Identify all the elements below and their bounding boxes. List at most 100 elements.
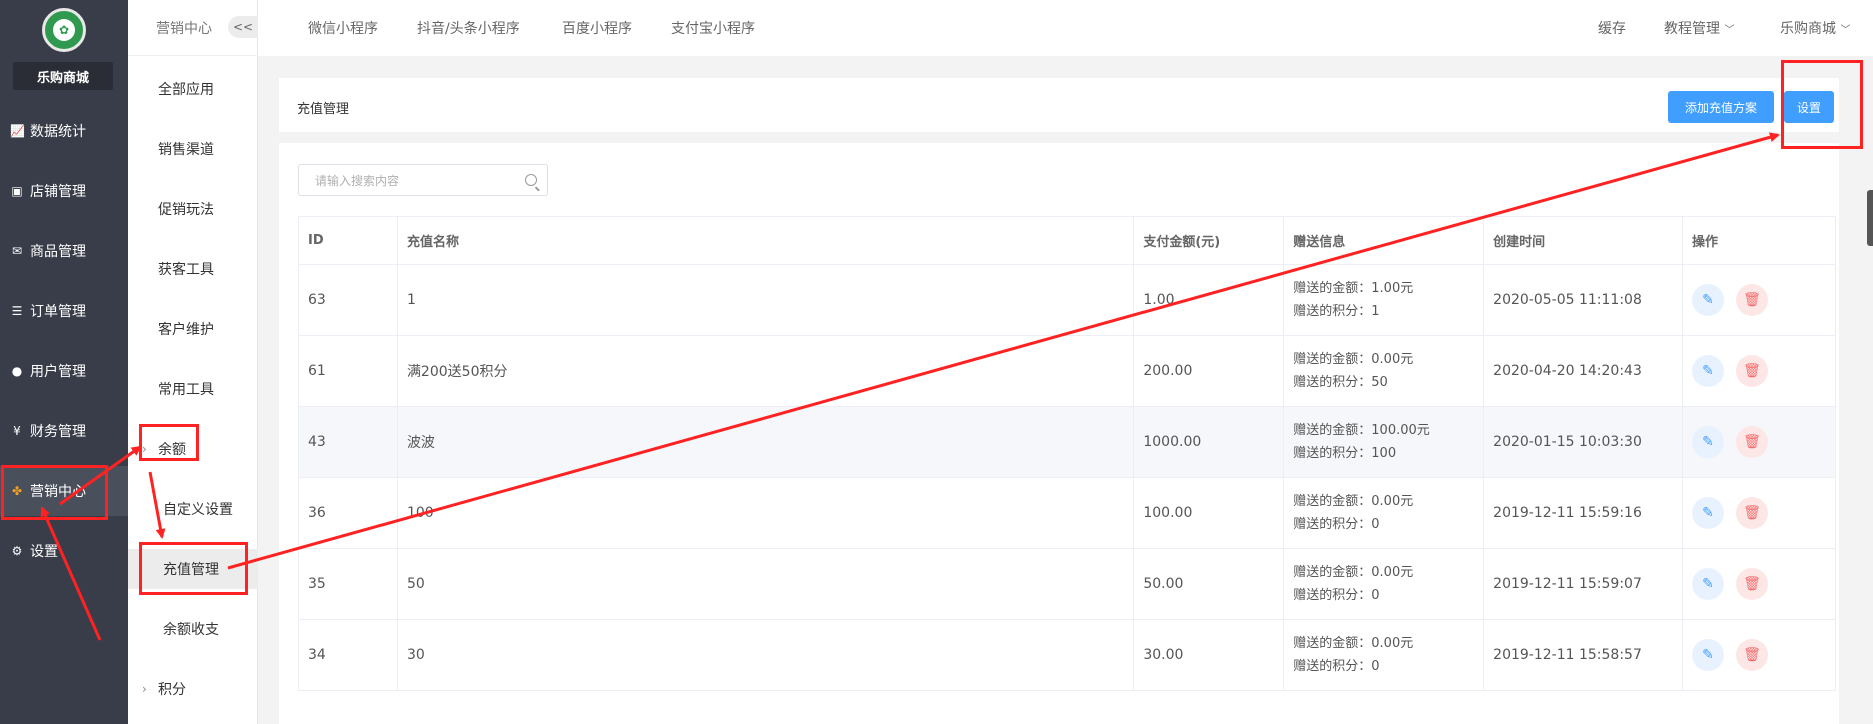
edit-icon[interactable]: ✎	[1692, 284, 1725, 316]
tab-wechat[interactable]: 微信小程序	[308, 18, 378, 38]
subnav-custom-settings-label: 自定义设置	[163, 502, 233, 518]
sidebar-item-label: 财务管理	[30, 424, 86, 440]
header-name: 充值名称	[396, 216, 1135, 265]
gift-money: 赠送的金额：100.00元	[1293, 423, 1430, 438]
tutorial-menu[interactable]: 教程管理 ﹀	[1664, 18, 1734, 38]
search-input[interactable]: 请输入搜索内容	[298, 164, 548, 196]
cell-actions: ✎ 🗑	[1682, 477, 1836, 549]
cell-actions: ✎ 🗑	[1682, 264, 1836, 336]
cache-link[interactable]: 缓存	[1598, 18, 1626, 38]
cell-amount: 30.00	[1133, 619, 1285, 691]
subnav-item-1[interactable]: 销售渠道	[128, 129, 258, 169]
sidebar-item-1[interactable]: ▣ 店铺管理	[0, 166, 128, 216]
subnav-recharge-management[interactable]: 充值管理	[128, 549, 258, 589]
cell-gift: 赠送的金额：0.00元 赠送的积分：0	[1283, 548, 1485, 620]
subnav-points[interactable]: › 积分	[128, 669, 258, 709]
finance-icon: ¥	[13, 424, 21, 438]
subnav-item-0-label: 全部应用	[158, 82, 214, 98]
sidebar-item-4[interactable]: ● 用户管理	[0, 346, 128, 396]
cell-id: 34	[298, 619, 398, 691]
sidebar-item-label: 数据统计	[30, 124, 86, 140]
subnav-item-5-label: 常用工具	[158, 382, 214, 398]
chevron-right-icon: ›	[142, 442, 147, 456]
delete-icon[interactable]: 🗑	[1736, 639, 1769, 671]
cell-actions: ✎ 🗑	[1682, 619, 1836, 691]
subnav-item-3[interactable]: 获客工具	[128, 249, 258, 289]
edit-icon[interactable]: ✎	[1692, 426, 1725, 458]
shop-logo-icon: ✿	[42, 8, 86, 52]
subnav-title: 营销中心	[156, 21, 212, 37]
header-id: ID	[298, 216, 398, 265]
subnav-custom-settings[interactable]: 自定义设置	[128, 489, 258, 529]
cell-amount: 1.00	[1133, 264, 1285, 336]
table-row: 63 1 1.00 赠送的金额：1.00元 赠送的积分：1 2020-05-05 11:1…	[298, 264, 1836, 336]
sidebar-item-7[interactable]: ⚙ 设置	[0, 526, 128, 576]
edit-icon[interactable]: ✎	[1692, 639, 1725, 671]
recharge-table: ID 充值名称 支付金额(元) 赠送信息 创建时间 操作 63 1 1.00 赠送的金…	[298, 216, 1836, 691]
tab-alipay[interactable]: 支付宝小程序	[671, 18, 755, 38]
header-gift: 赠送信息	[1283, 216, 1485, 265]
edit-icon[interactable]: ✎	[1692, 355, 1725, 387]
subnav-balance-ledger-label: 余额收支	[163, 622, 219, 638]
chevron-down-icon: ﹀	[1724, 25, 1735, 36]
chart-icon: 📈	[10, 124, 25, 138]
subnav-item-3-label: 获客工具	[158, 262, 214, 278]
delete-icon[interactable]: 🗑	[1736, 284, 1769, 316]
subnav-item-4-label: 客户维护	[158, 322, 214, 338]
user-icon: ●	[11, 364, 23, 378]
gift-points: 赠送的积分：100	[1293, 446, 1397, 461]
cell-created: 2020-05-05 11:11:08	[1483, 264, 1684, 336]
sidebar-item-6[interactable]: ✤ 营销中心	[0, 466, 128, 516]
delete-icon[interactable]: 🗑	[1736, 497, 1769, 529]
tab-baidu[interactable]: 百度小程序	[562, 18, 632, 38]
table-row: 36 100 100.00 赠送的金额：0.00元 赠送的积分：0 2019-12-11 …	[298, 477, 1836, 549]
subnav-balance-ledger[interactable]: 余额收支	[128, 609, 258, 649]
subnav-points-label: 积分	[158, 682, 186, 698]
subnav-item-2[interactable]: 促销玩法	[128, 189, 258, 229]
header-created: 创建时间	[1483, 216, 1684, 265]
cell-actions: ✎ 🗑	[1682, 406, 1836, 478]
cell-created: 2019-12-11 15:59:16	[1483, 477, 1684, 549]
cell-gift: 赠送的金额：0.00元 赠送的积分：50	[1283, 335, 1485, 407]
sidebar-item-5[interactable]: ¥ 财务管理	[0, 406, 128, 456]
settings-button[interactable]: 设置	[1784, 91, 1834, 123]
subnav-item-2-label: 促销玩法	[158, 202, 214, 218]
panel-body: 请输入搜索内容 ID 充值名称 支付金额(元) 赠送信息 创建时间 操作 63 1…	[279, 143, 1839, 724]
subnav-item-0[interactable]: 全部应用	[128, 69, 258, 109]
subnav-item-5[interactable]: 常用工具	[128, 369, 258, 409]
gift-points: 赠送的积分：0	[1293, 517, 1380, 532]
scroll-edge	[1867, 190, 1873, 246]
collapse-button[interactable]: <<	[228, 16, 258, 38]
panel-header: 充值管理 添加充值方案 设置	[279, 78, 1839, 132]
delete-icon[interactable]: 🗑	[1736, 568, 1769, 600]
page-title: 充值管理	[297, 102, 350, 117]
gift-points: 赠送的积分：0	[1293, 659, 1380, 674]
sidebar-item-0[interactable]: 📈 数据统计	[0, 106, 128, 156]
header-amount: 支付金额(元)	[1133, 216, 1285, 265]
edit-icon[interactable]: ✎	[1692, 568, 1725, 600]
cell-actions: ✎ 🗑	[1682, 335, 1836, 407]
sidebar-item-label: 订单管理	[30, 304, 86, 320]
sidebar-item-label: 商品管理	[30, 244, 86, 260]
header-actions: 操作	[1682, 216, 1836, 265]
delete-icon[interactable]: 🗑	[1736, 355, 1769, 387]
subnav-balance[interactable]: › 余额	[128, 429, 258, 469]
add-recharge-plan-button[interactable]: 添加充值方案	[1668, 91, 1774, 123]
sidebar-item-label: 设置	[30, 544, 58, 560]
sidebar-item-3[interactable]: ☰ 订单管理	[0, 286, 128, 336]
cell-gift: 赠送的金额：100.00元 赠送的积分：100	[1283, 406, 1485, 478]
edit-icon[interactable]: ✎	[1692, 497, 1725, 529]
gift-points: 赠送的积分：1	[1293, 304, 1380, 319]
cell-name: 满200送50积分	[396, 335, 1135, 407]
shop-menu[interactable]: 乐购商城 ﹀	[1780, 18, 1850, 38]
gift-points: 赠送的积分：50	[1293, 375, 1388, 390]
cell-created: 2019-12-11 15:59:07	[1483, 548, 1684, 620]
cell-name: 30	[396, 619, 1135, 691]
subnav-item-4[interactable]: 客户维护	[128, 309, 258, 349]
delete-icon[interactable]: 🗑	[1736, 426, 1769, 458]
search-icon[interactable]	[525, 174, 537, 186]
store-icon: ▣	[11, 184, 23, 198]
tab-douyin[interactable]: 抖音/头条小程序	[417, 18, 520, 38]
subnav-header: 营销中心 <<	[128, 0, 258, 56]
sidebar-item-2[interactable]: ✉ 商品管理	[0, 226, 128, 276]
